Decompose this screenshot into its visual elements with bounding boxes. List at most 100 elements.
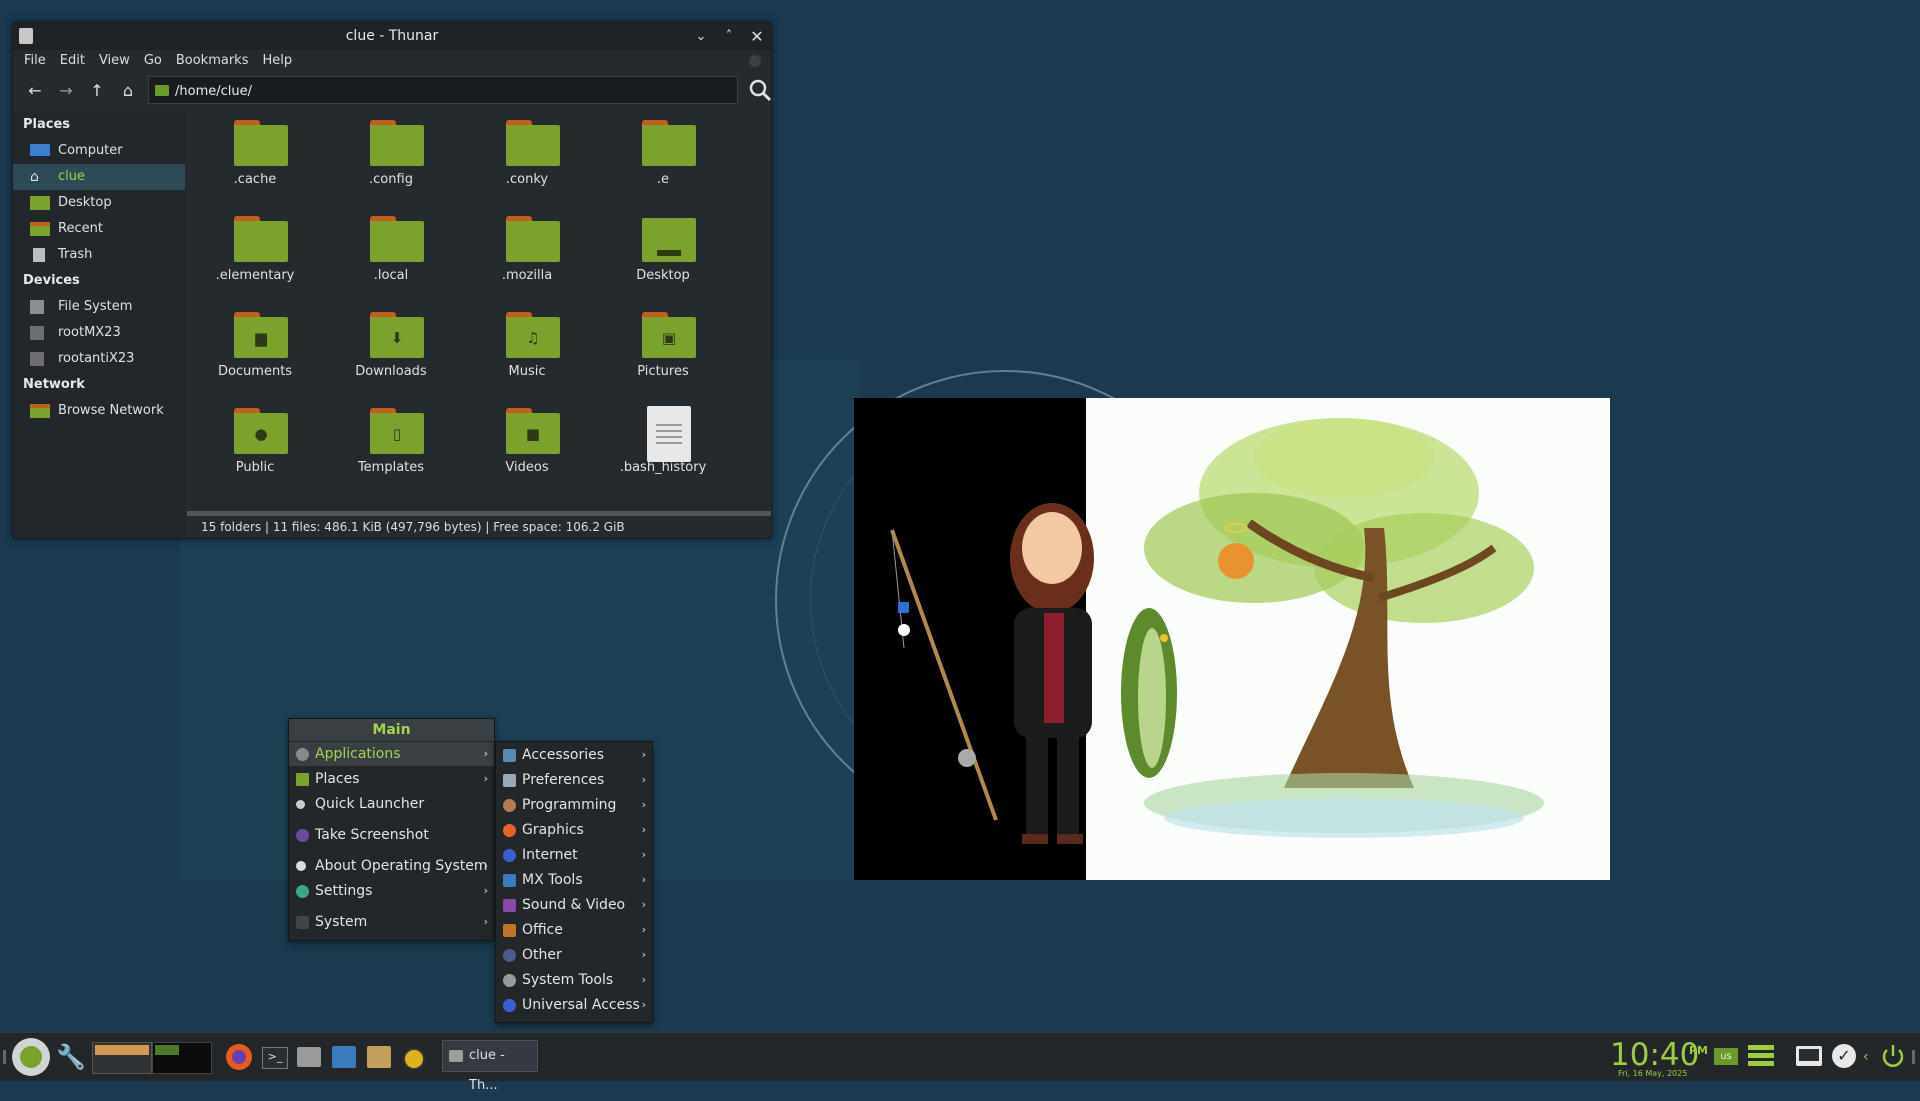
- file-item-mozilla[interactable]: .mozilla: [467, 208, 587, 304]
- menu-bookmarks[interactable]: Bookmarks: [169, 50, 256, 72]
- firefox-icon[interactable]: [226, 1044, 252, 1070]
- file-item-pictures[interactable]: ▣ Pictures: [603, 304, 723, 400]
- sidebar-item-file-system[interactable]: File System: [13, 294, 185, 320]
- keyboard-layout-indicator[interactable]: us: [1714, 1048, 1738, 1065]
- file-item-music[interactable]: ♫ Music: [467, 304, 587, 400]
- file-item-cache[interactable]: .cache: [195, 112, 315, 208]
- sidebar-item-browse-network[interactable]: Browse Network: [13, 398, 185, 424]
- sidebar-item-rootantix23[interactable]: rootantiX23: [13, 346, 185, 372]
- documents-folder-icon: ▆: [234, 312, 288, 358]
- file-item-videos[interactable]: ■ Videos: [467, 400, 587, 492]
- menu-item-office[interactable]: Office ›: [496, 918, 652, 942]
- drive-icon: [30, 326, 44, 340]
- menu-view[interactable]: View: [92, 50, 137, 72]
- taskbar-task-thunar[interactable]: clue - Th...: [442, 1040, 538, 1093]
- menu-item-sound-video[interactable]: Sound & Video ›: [496, 893, 652, 917]
- text-file-icon: [647, 406, 691, 462]
- screenshot-tool-icon[interactable]: [403, 1048, 425, 1070]
- up-arrow-icon[interactable]: ↑: [84, 79, 110, 103]
- file-item-e[interactable]: .e: [603, 112, 723, 208]
- file-item-elementary[interactable]: .elementary: [195, 208, 315, 304]
- menu-edit[interactable]: Edit: [53, 50, 92, 72]
- menu-item-quick-launcher[interactable]: Quick Launcher: [289, 792, 494, 816]
- file-item-local[interactable]: .local: [331, 208, 451, 304]
- preferences-icon: [503, 774, 516, 787]
- menu-item-mx-tools[interactable]: MX Tools ›: [496, 868, 652, 892]
- file-item-conky[interactable]: .conky: [467, 112, 587, 208]
- menu-item-other[interactable]: Other ›: [496, 943, 652, 967]
- sidebar-item-trash[interactable]: Trash: [13, 242, 185, 268]
- other-icon: [503, 949, 516, 962]
- folder-icon: [234, 120, 288, 166]
- close-button[interactable]: ✕: [746, 26, 768, 48]
- menu-item-places[interactable]: Places ›: [289, 767, 494, 791]
- clock-time: 10:40: [1610, 1037, 1700, 1073]
- maximize-button[interactable]: ˄: [718, 26, 740, 48]
- menu-item-applications[interactable]: Applications ›: [289, 742, 494, 766]
- minimize-button[interactable]: ⌄: [690, 26, 712, 48]
- menu-item-programming[interactable]: Programming ›: [496, 793, 652, 817]
- sidebar-item-recent[interactable]: Recent: [13, 216, 185, 242]
- panel-handle-right[interactable]: [1912, 1050, 1915, 1064]
- file-item-downloads[interactable]: ⬇ Downloads: [331, 304, 451, 400]
- file-item-templates[interactable]: ▯ Templates: [331, 400, 451, 492]
- menu-help[interactable]: Help: [255, 50, 299, 72]
- horizontal-scrollbar[interactable]: [187, 511, 771, 516]
- file-item-documents[interactable]: ▆ Documents: [195, 304, 315, 400]
- search-icon[interactable]: [748, 78, 772, 102]
- menu-go[interactable]: Go: [137, 50, 169, 72]
- office-icon: [503, 924, 516, 937]
- menu-item-accessories[interactable]: Accessories ›: [496, 743, 652, 767]
- menu-item-system-tools[interactable]: System Tools ›: [496, 968, 652, 992]
- menu-item-universal-access[interactable]: Universal Access ›: [496, 993, 652, 1017]
- power-icon[interactable]: [1880, 1043, 1906, 1069]
- sidebar-item-desktop[interactable]: Desktop: [13, 190, 185, 216]
- chevron-right-icon: ›: [641, 973, 646, 986]
- info-icon: [296, 861, 306, 871]
- network-folder-icon: [30, 404, 50, 418]
- start-menu-button[interactable]: [12, 1038, 50, 1076]
- sidebar-item-rootmx23[interactable]: rootMX23: [13, 320, 185, 346]
- desktop-folder-icon: [642, 216, 696, 262]
- folder-icon: [506, 216, 560, 262]
- menu-item-about-os[interactable]: About Operating System ›: [289, 854, 494, 878]
- back-arrow-icon[interactable]: ←: [22, 79, 48, 103]
- terminal-icon[interactable]: >_: [262, 1047, 288, 1069]
- location-bar[interactable]: [148, 76, 738, 105]
- location-input[interactable]: [173, 77, 717, 105]
- clock[interactable]: 10:40 PM Fri, 16 May, 2025: [1610, 1036, 1708, 1078]
- menu-item-settings[interactable]: Settings ›: [289, 879, 494, 903]
- menu-item-internet[interactable]: Internet ›: [496, 843, 652, 867]
- chevron-left-icon[interactable]: ‹: [1863, 1047, 1873, 1079]
- package-installer-icon[interactable]: [367, 1046, 391, 1068]
- system-icon: [296, 916, 309, 929]
- workspace-1-button[interactable]: [92, 1042, 152, 1074]
- chevron-right-icon: ›: [641, 773, 646, 786]
- forward-arrow-icon[interactable]: →: [53, 79, 79, 103]
- menu-item-graphics[interactable]: Graphics ›: [496, 818, 652, 842]
- wrench-icon[interactable]: 🔧: [56, 1041, 86, 1073]
- file-item-desktop[interactable]: Desktop: [603, 208, 723, 304]
- chevron-right-icon: ›: [641, 998, 646, 1011]
- display-icon[interactable]: [1796, 1046, 1822, 1066]
- file-item-public[interactable]: ● Public: [195, 400, 315, 492]
- workspace-2-button[interactable]: [152, 1042, 212, 1074]
- panel-handle[interactable]: [3, 1050, 6, 1064]
- menu-item-system[interactable]: System ›: [289, 910, 494, 934]
- menu-item-take-screenshot[interactable]: Take Screenshot: [289, 823, 494, 847]
- file-manager-icon[interactable]: [297, 1047, 321, 1067]
- file-item-config[interactable]: .config: [331, 112, 451, 208]
- file-item-bash-history[interactable]: .bash_history: [603, 400, 723, 492]
- sidebar-item-clue[interactable]: ⌂ clue: [13, 164, 185, 190]
- home-icon[interactable]: ⌂: [115, 79, 141, 103]
- folder-icon: [234, 216, 288, 262]
- launcher-icon: [296, 800, 305, 809]
- sidebar-item-computer[interactable]: Computer: [13, 138, 185, 164]
- menu-item-preferences[interactable]: Preferences ›: [496, 768, 652, 792]
- network-status-icon[interactable]: [1748, 1045, 1774, 1067]
- updater-check-icon[interactable]: ✓: [1832, 1044, 1856, 1068]
- camera-icon: [296, 829, 309, 842]
- menu-file[interactable]: File: [17, 50, 53, 72]
- mx-tools-icon[interactable]: [332, 1046, 356, 1068]
- window-titlebar[interactable]: clue - Thunar ⌄ ˄ ✕: [13, 23, 771, 50]
